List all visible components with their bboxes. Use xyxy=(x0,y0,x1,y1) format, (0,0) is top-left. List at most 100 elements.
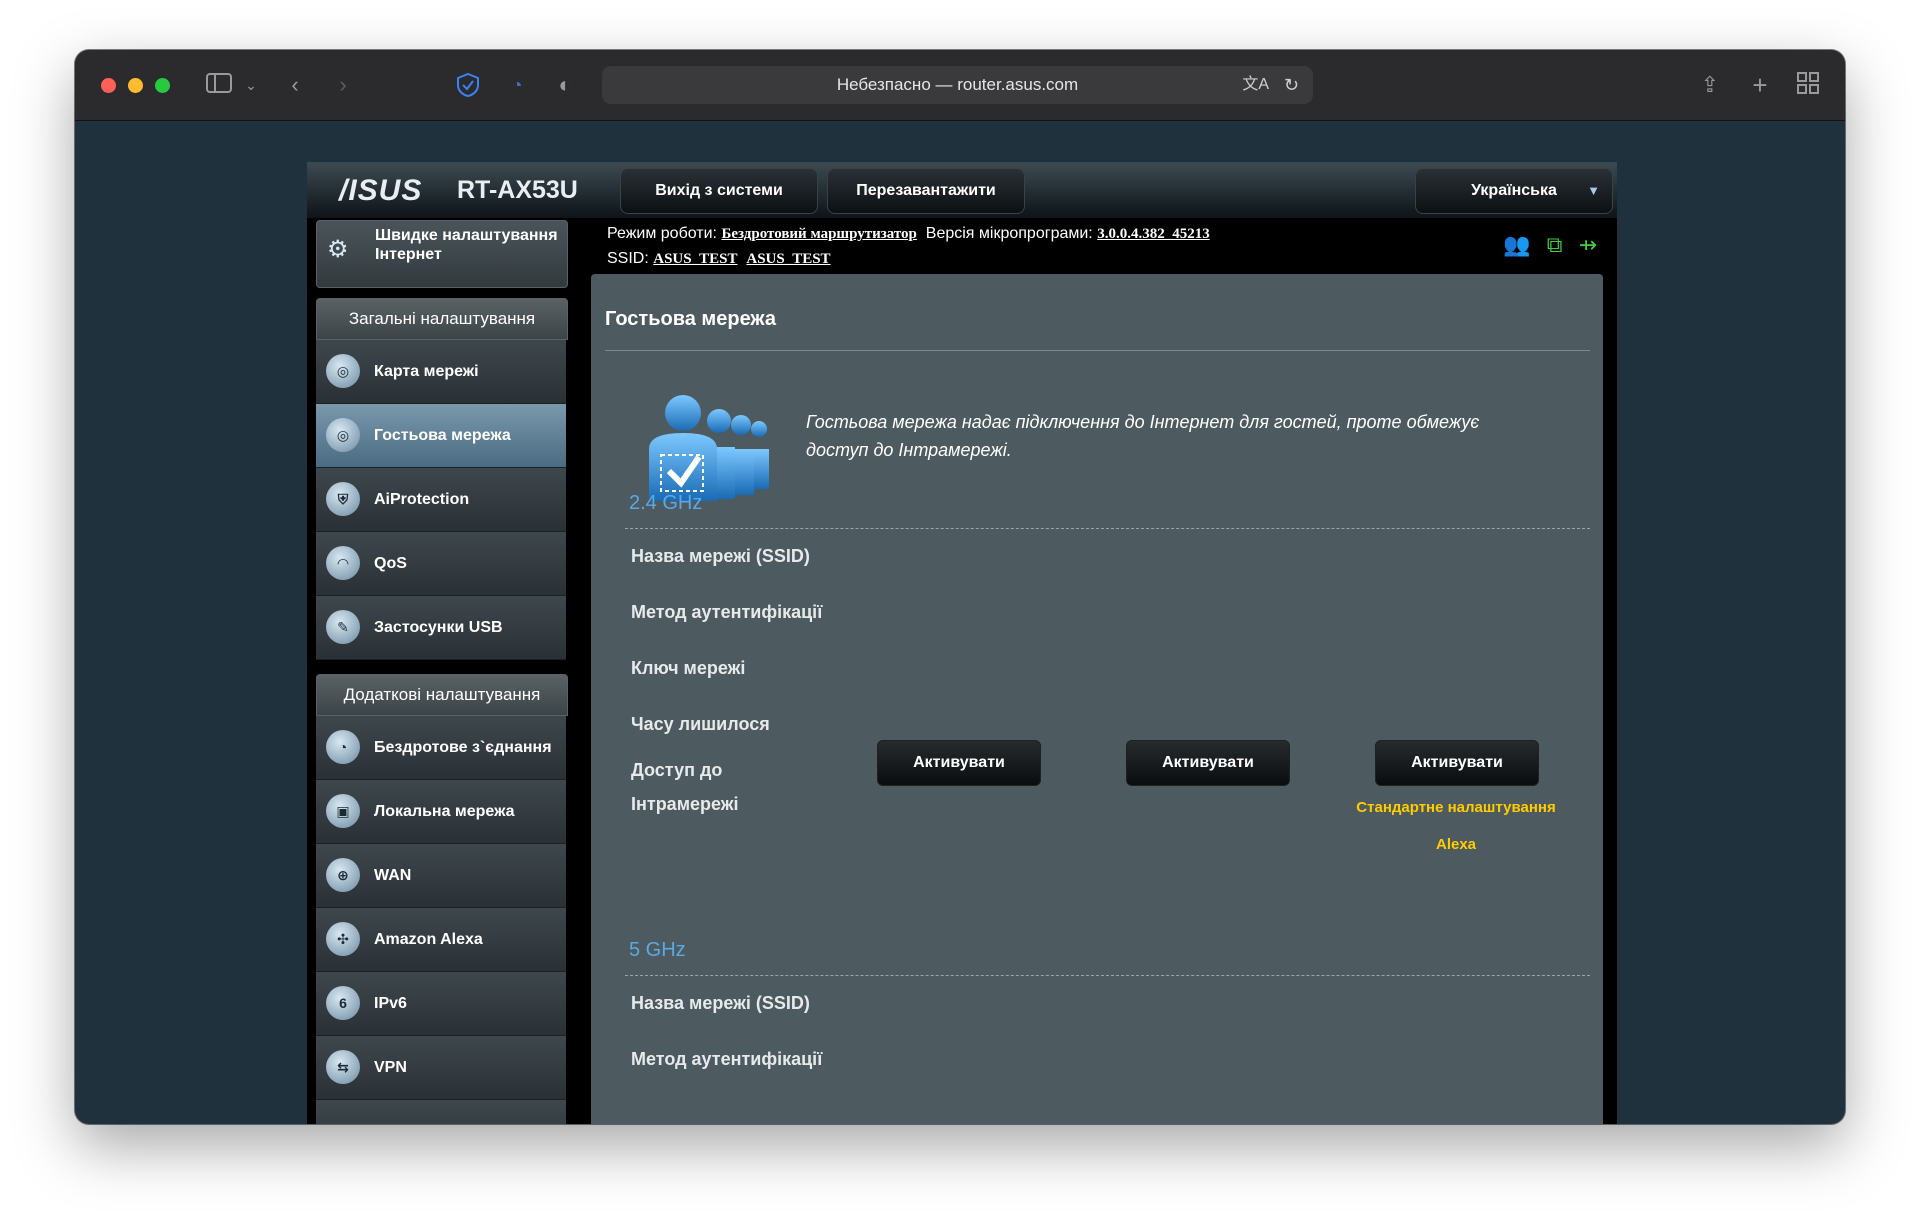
wan-icon: ⊕ xyxy=(326,858,360,892)
sidebar-item-more[interactable] xyxy=(316,1100,566,1124)
language-select[interactable]: Українська ▼ xyxy=(1415,168,1613,214)
qos-icon: ◠ xyxy=(326,546,360,580)
vpn-icon: ⇆ xyxy=(326,1050,360,1084)
network-status-icon[interactable]: ⧉ xyxy=(1547,232,1563,257)
sidebar-item-qos[interactable]: ◠ QoS xyxy=(316,532,566,596)
wizard-icon: ⚙ xyxy=(327,236,349,263)
status-icons: 👥 ⧉ ⇸ xyxy=(1503,232,1597,258)
wireless-icon: ◔ xyxy=(326,730,360,764)
ssid-row: SSID: ASUS_TEST ASUS_TEST xyxy=(607,250,831,268)
ssid-field-label: Назва мережі (SSID) xyxy=(631,546,810,566)
aiprotection-icon: ⛨ xyxy=(326,482,360,516)
router-page: /ISUS RT-AX53U Вихід з системи Перезаван… xyxy=(307,162,1617,1124)
sidebar-item-guest-network[interactable]: ◎ Гостьова мережа xyxy=(316,404,566,468)
logout-button[interactable]: Вихід з системи xyxy=(620,168,818,214)
rss-icon[interactable]: ◔ xyxy=(505,72,529,98)
tabs-grid-icon[interactable] xyxy=(1795,72,1821,98)
mode-label: Режим роботи: xyxy=(607,225,717,242)
router-header: /ISUS RT-AX53U Вихід з системи Перезаван… xyxy=(307,162,1617,218)
sidebar-item-label: IPv6 xyxy=(374,994,407,1012)
activate-button-1[interactable]: Активувати xyxy=(877,740,1041,786)
band-24-heading: 2.4 GHz xyxy=(629,492,703,514)
clients-icon[interactable]: 👥 xyxy=(1503,232,1530,257)
ssid-link-5[interactable]: ASUS_TEST xyxy=(746,251,830,267)
sidebar-item-label: Гостьова мережа xyxy=(374,426,511,444)
sidebar-item-lan[interactable]: ▣ Локальна мережа xyxy=(316,780,566,844)
plus-icon[interactable]: + xyxy=(1747,72,1773,98)
ssid-link-24[interactable]: ASUS_TEST xyxy=(653,251,737,267)
activate-button-3[interactable]: Активувати xyxy=(1375,740,1539,786)
sidebar-item-label: Amazon Alexa xyxy=(374,930,483,948)
translate-icon[interactable]: 文A xyxy=(1242,66,1269,104)
dropdown-arrow-icon: ▼ xyxy=(1587,183,1600,198)
general-settings-header: Загальні налаштування xyxy=(316,298,568,340)
advanced-settings-header: Додаткові налаштування xyxy=(316,674,568,716)
guest-network-icon: ◎ xyxy=(326,418,360,452)
reload-icon[interactable]: ↻ xyxy=(1284,66,1299,104)
privacy-icon[interactable]: ◐ xyxy=(553,72,577,98)
reboot-button[interactable]: Перезавантажити xyxy=(827,168,1025,214)
main-content: Гостьова мережа Гостьова мережа надає пі… xyxy=(591,274,1603,1124)
router-model: RT-AX53U xyxy=(457,176,578,204)
network-key-field-label: Ключ мережі xyxy=(631,658,746,678)
sidebar-item-label: WAN xyxy=(374,866,412,884)
band-5-heading: 5 GHz xyxy=(629,939,686,961)
sidebar-item-label: Бездротове з`єднання xyxy=(374,738,552,756)
usb-apps-icon: ✎ xyxy=(326,610,360,644)
sidebar-item-usb-apps[interactable]: ✎ Застосунки USB xyxy=(316,596,566,660)
page-title: Гостьова мережа xyxy=(605,308,776,330)
sidebar-item-ipv6[interactable]: 6 IPv6 xyxy=(316,972,566,1036)
share-icon[interactable]: ⇪ xyxy=(1697,72,1723,98)
sidebar-item-label: Застосунки USB xyxy=(374,618,503,636)
auth-method-field-label-5g: Метод аутентифікації xyxy=(631,1049,823,1069)
sidebar-item-aiprotection[interactable]: ⛨ AiProtection xyxy=(316,468,566,532)
sidebar-item-label: Карта мережі xyxy=(374,362,479,380)
firmware-label: Версія мікропрограми: xyxy=(925,225,1093,242)
sidebar-item-label: Локальна мережа xyxy=(374,802,515,820)
browser-window: ⌄ ‹ › ◔ ◐ Небезпасно — router.asus.com 文… xyxy=(75,50,1845,1124)
time-remaining-field-label: Часу лишилося xyxy=(631,714,770,734)
sidebar-item-wireless[interactable]: ◔ Бездротове з`єднання xyxy=(316,716,566,780)
lan-icon: ▣ xyxy=(326,794,360,828)
chevron-down-icon[interactable]: ⌄ xyxy=(243,72,259,98)
browser-toolbar: ⌄ ‹ › ◔ ◐ Небезпасно — router.asus.com 文… xyxy=(75,50,1845,121)
sidebar-item-label: VPN xyxy=(374,1058,407,1076)
mode-row: Режим роботи: Бездротовий маршрутизатор … xyxy=(607,225,1210,243)
close-window-button[interactable] xyxy=(101,78,116,93)
sidebar-item-vpn[interactable]: ⇆ VPN xyxy=(316,1036,566,1100)
sidebar-item-wan[interactable]: ⊕ WAN xyxy=(316,844,566,908)
alexa-link[interactable]: Alexa xyxy=(1351,836,1561,853)
asus-logo: /ISUS xyxy=(339,174,423,207)
sidebar: ⚙ Швидке налаштування Інтернет Загальні … xyxy=(307,218,575,1124)
network-map-icon: ◎ xyxy=(326,354,360,388)
zoom-window-button[interactable] xyxy=(155,78,170,93)
title-divider xyxy=(605,350,1590,351)
intranet-access-field-label: Доступ до xyxy=(631,760,723,780)
default-settings-link[interactable]: Стандартне налаштування xyxy=(1351,799,1561,816)
intranet-access-field-label-2: Інтрамережі xyxy=(631,794,739,814)
sidebar-item-alexa[interactable]: ✣ Amazon Alexa xyxy=(316,908,566,972)
sidebar-icon[interactable] xyxy=(205,72,233,98)
auth-method-field-label: Метод аутентифікації xyxy=(631,602,823,622)
sidebar-item-network-map[interactable]: ◎ Карта мережі xyxy=(316,340,566,404)
language-value: Українська xyxy=(1471,182,1557,199)
guest-network-description: Гостьова мережа надає підключення до Інт… xyxy=(806,412,1480,460)
quick-setup-button[interactable]: ⚙ Швидке налаштування Інтернет xyxy=(316,220,568,288)
ipv6-icon: 6 xyxy=(326,986,360,1020)
back-icon[interactable]: ‹ xyxy=(285,72,305,98)
usb-status-icon[interactable]: ⇸ xyxy=(1579,232,1597,257)
minimize-window-button[interactable] xyxy=(128,78,143,93)
band-24-divider xyxy=(625,528,1590,529)
mode-link[interactable]: Бездротовий маршрутизатор xyxy=(721,226,916,242)
band-5-divider xyxy=(625,975,1590,976)
address-bar[interactable]: Небезпасно — router.asus.com 文A ↻ xyxy=(602,66,1313,104)
firmware-link[interactable]: 3.0.0.4.382_45213 xyxy=(1097,226,1210,242)
sidebar-item-label: QoS xyxy=(374,554,407,572)
sidebar-item-label: AiProtection xyxy=(374,490,470,508)
activate-button-2[interactable]: Активувати xyxy=(1126,740,1290,786)
shield-icon[interactable] xyxy=(455,72,481,98)
forward-icon[interactable]: › xyxy=(333,72,353,98)
address-text: Небезпасно — router.asus.com xyxy=(836,75,1079,94)
alexa-icon: ✣ xyxy=(326,922,360,956)
ssid-field-label-5g: Назва мережі (SSID) xyxy=(631,993,810,1013)
